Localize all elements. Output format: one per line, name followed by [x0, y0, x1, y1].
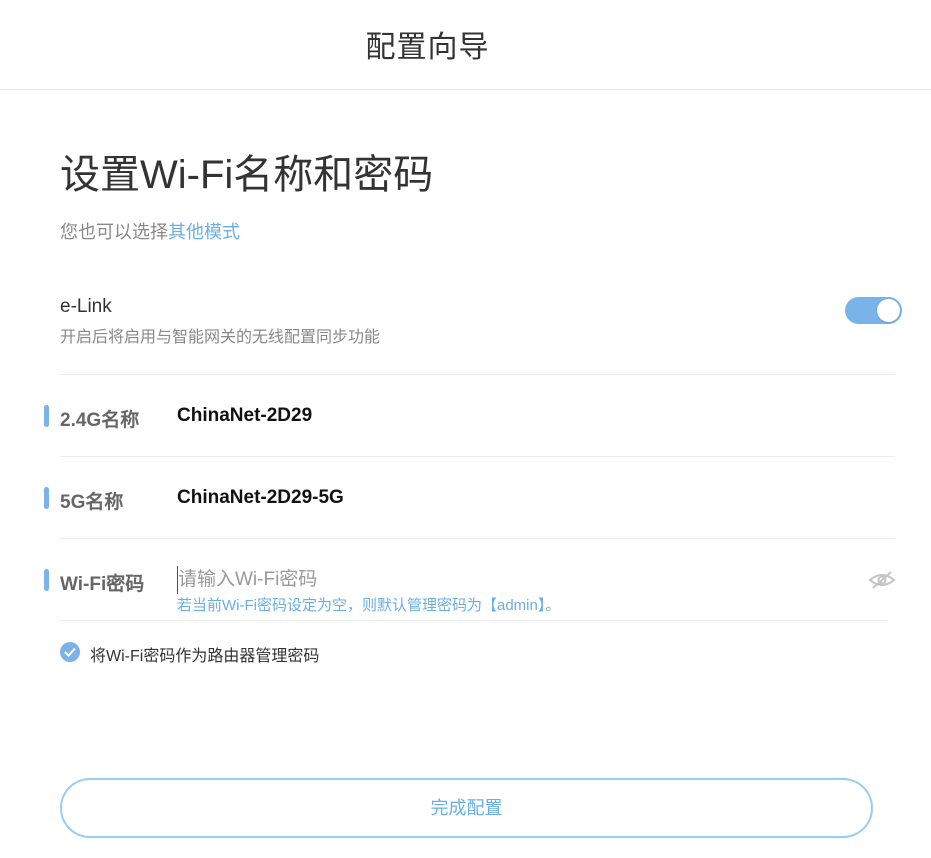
ssid-5-value[interactable]: ChinaNet-2D29-5G — [177, 487, 344, 509]
header-title: 配置向导 — [365, 31, 490, 64]
divider — [60, 456, 895, 457]
page-title: 设置Wi-Fi名称和密码 — [60, 153, 434, 197]
ssid-24-label: 2.4G名称 — [60, 410, 140, 431]
other-mode-link[interactable]: 其他模式 — [168, 222, 240, 242]
divider — [60, 538, 895, 539]
check-icon — [64, 647, 76, 657]
page-subtitle: 您也可以选择其他模式 — [60, 218, 240, 244]
toggle-knob — [877, 299, 900, 322]
elink-title: e-Link — [60, 296, 112, 317]
admin-password-label: 将Wi-Fi密码作为路由器管理密码 — [90, 648, 320, 665]
password-hint: 若当前Wi-Fi密码设定为空，则默认管理密码为【admin】。 — [177, 597, 561, 614]
elink-toggle[interactable] — [845, 297, 902, 324]
page-header: 配置向导 — [0, 0, 931, 90]
ssid-5-label: 5G名称 — [60, 492, 124, 513]
divider — [60, 620, 888, 621]
divider — [60, 374, 895, 375]
elink-description: 开启后将启用与智能网关的无线配置同步功能 — [60, 329, 381, 346]
ssid-24-value[interactable]: ChinaNet-2D29 — [177, 405, 312, 427]
subtitle-text: 您也可以选择 — [60, 222, 168, 242]
row-marker — [44, 405, 49, 427]
finish-config-button[interactable]: 完成配置 — [60, 778, 873, 838]
eye-hidden-icon[interactable] — [868, 570, 896, 590]
password-label: Wi-Fi密码 — [60, 574, 145, 595]
password-input[interactable] — [177, 566, 857, 594]
admin-password-checkbox[interactable] — [60, 642, 80, 662]
row-marker — [44, 569, 49, 591]
row-marker — [44, 487, 49, 509]
